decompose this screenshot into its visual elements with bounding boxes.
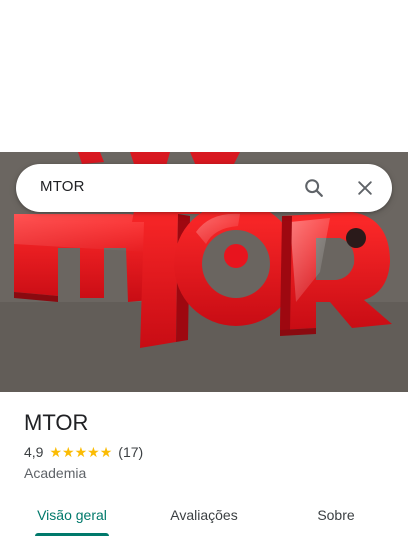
active-tab-indicator: [35, 533, 109, 536]
place-category: Academia: [24, 465, 87, 481]
star-icon: ★: [62, 444, 75, 460]
clear-search-button[interactable]: [349, 172, 381, 204]
place-page: MTOR MTOR 4,9 ★ ★ ★ ★ ★ (17) Academia Vi…: [0, 0, 408, 544]
close-icon: [358, 181, 372, 195]
tab-overview[interactable]: Visão geral: [24, 494, 120, 536]
star-icon: ★: [99, 444, 113, 460]
review-count[interactable]: (17): [118, 444, 143, 460]
search-button[interactable]: [298, 172, 330, 204]
place-tabs: Visão geral Avaliações Sobre: [0, 494, 408, 536]
star-icon: ★: [74, 444, 88, 460]
rating-value: 4,9: [24, 444, 44, 460]
rating-row[interactable]: 4,9 ★ ★ ★ ★ ★ (17): [24, 444, 143, 460]
tab-about[interactable]: Sobre: [288, 494, 384, 536]
search-icon: [305, 179, 323, 197]
star-rating: ★ ★ ★ ★ ★: [49, 445, 112, 459]
search-bar[interactable]: MTOR: [16, 164, 392, 212]
place-title: MTOR: [24, 410, 89, 435]
star-icon: ★: [49, 444, 63, 460]
tab-reviews[interactable]: Avaliações: [156, 494, 252, 536]
star-icon: ★: [87, 444, 100, 460]
search-input[interactable]: MTOR: [40, 178, 85, 195]
